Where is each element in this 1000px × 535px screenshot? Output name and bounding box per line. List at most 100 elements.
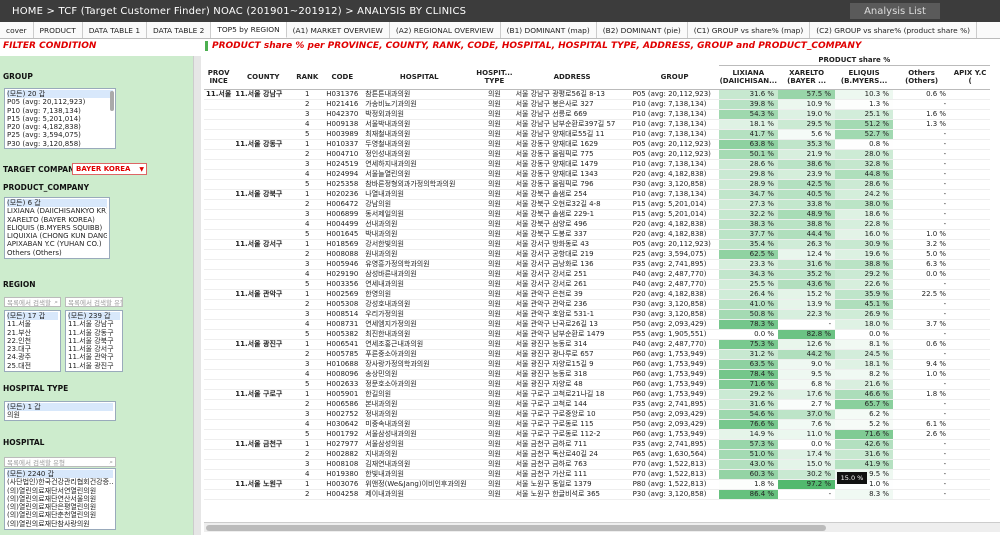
product-company-list[interactable]: (모든) 6 갑 LIXIANA (DAIICHISANKYO KR) XARELT… — [4, 197, 110, 259]
column-header[interactable]: XARELTO (BAYER ... — [778, 65, 836, 90]
table-row[interactable]: 2 H004710 정인성내과의원 의원 서울 강동구 올림픽로 775 P05 (avg… — [204, 149, 991, 160]
table-row[interactable]: 2 H004258 제이내과의원 의원 서울 노원구 한글비석로 365 P30 (avg… — [204, 489, 991, 500]
table-row[interactable]: 5 H025358 참바른정형외과가정의학과의원 의원 서울 강동구 올림픽로 796 P… — [204, 179, 991, 190]
hospital-list[interactable]: (모든) 2240 갑 (사단법인)한국건강관리협회건강증... (의)열린의료재단… — [4, 468, 116, 530]
table-row[interactable]: 5 H001792 서울삼성내과의원 의원 서울 구로구 구로동로 112-2 P60 (… — [204, 429, 991, 440]
table-row[interactable]: 2 H006472 강남의원 의원 서울 강북구 오현로32길 4-8 P15 (avg:… — [204, 199, 991, 210]
list-item[interactable]: P10 (avg: 7,138,134) — [7, 107, 113, 115]
column-header[interactable]: Others (Others) — [893, 65, 951, 90]
table-row[interactable]: 11.서울 강서구 1 H018569 강서한빛의원 의원 서울 강서구 방화동로 43 P… — [204, 239, 991, 250]
table-row[interactable]: 4 H009138 서울박내과의원 의원 서울 강남구 남부순환로397길 57 P10 … — [204, 119, 991, 130]
list-item[interactable]: (모든) 2240 갑 — [7, 470, 113, 479]
list-item[interactable]: LIXIANA (DAIICHISANKYO KR) — [7, 207, 107, 215]
tab-4[interactable]: TOP5 by REGION — [211, 22, 287, 38]
list-item[interactable]: (의)열린의료재단참사랑의원 — [7, 520, 113, 528]
table-row[interactable]: 4 H029190 삼성바른내과의원 의원 서울 강서구 강서로 251 P40 (avg… — [204, 269, 991, 280]
scrollbar-thumb[interactable] — [206, 525, 826, 531]
list-item[interactable]: 23.대구 — [7, 345, 58, 353]
list-item[interactable]: 11.서울 강서구 — [68, 345, 120, 353]
column-header[interactable]: CODE — [321, 65, 364, 90]
table-row[interactable]: 11.서울 11.서울 강남구 1 H031376 참튼튼내과의원 의원 서울 강남구 광평… — [204, 89, 991, 100]
column-header[interactable]: ADDRESS — [513, 65, 631, 90]
table-row[interactable]: 3 H008514 우리가정의원 의원 서울 관악구 호암로 531-1 P30 (avg… — [204, 309, 991, 320]
table-row[interactable]: 5 H001645 박내과의원 의원 서울 강북구 도봉로 337 P20 (avg: 4… — [204, 229, 991, 240]
list-item[interactable]: P05 (avg: 20,112,923) — [7, 98, 113, 106]
group-list[interactable]: (모든) 20 갑 P05 (avg: 20,112,923) P10 (avg: … — [4, 88, 116, 149]
province-list[interactable]: (모든) 17 갑 11.서울 21.부산 22.인천 23.대구 24.광주 25.대전 — [4, 310, 61, 372]
column-header[interactable]: GROUP — [630, 65, 719, 90]
list-item[interactable]: ELIQUIS (B.MYERS SQUIBB) — [7, 224, 107, 232]
list-item[interactable]: (의)열린의료재단연산서울의원 — [7, 495, 113, 503]
table-row[interactable]: 2 H008088 원내과의원 의원 서울 강서구 공항대로 219 P25 (avg: … — [204, 249, 991, 260]
list-item[interactable]: (모든) 17 갑 — [7, 312, 58, 321]
table-row[interactable]: 3 H024519 연세하지내과의원 의원 서울 강동구 양재대로 1479 P10 (a… — [204, 159, 991, 170]
list-item[interactable]: XARELTO (BAYER KOREA) — [7, 216, 107, 224]
table-row[interactable]: 5 H003989 최재철내과의원 의원 서울 강남구 양재대로55길 11 P10 (a… — [204, 129, 991, 140]
table-row[interactable]: 3 H006899 동서제일의원 의원 서울 강북구 솔샘로 229-1 P15 (avg… — [204, 209, 991, 220]
table-row[interactable]: 2 H005785 푸른중소아과의원 의원 서울 광진구 광나루로 657 P60 (av… — [204, 349, 991, 360]
list-item[interactable]: 11.서울 강북구 — [68, 337, 120, 345]
county-list[interactable]: (모든) 239 갑 11.서울 강남구 11.서울 강동구 11.서울 강북구 11.… — [65, 310, 123, 372]
list-item[interactable]: (모든) 20 갑 — [7, 90, 113, 99]
list-item[interactable]: 의원 — [7, 411, 113, 419]
list-item[interactable]: P15 (avg: 5,201,014) — [7, 115, 113, 123]
table-row[interactable]: 5 H003356 연세내과의원 의원 서울 강서구 강서로 261 P40 (avg: … — [204, 279, 991, 290]
list-item[interactable]: 24.광주 — [7, 353, 58, 361]
list-item[interactable]: Others (Others) — [7, 249, 107, 257]
list-item[interactable]: (모든) 6 갑 — [7, 199, 107, 208]
tab-9[interactable]: (C1) GROUP vs share% (map) — [688, 22, 811, 38]
list-item[interactable]: 11.서울 강동구 — [68, 329, 120, 337]
table-row[interactable]: 11.서울 강동구 1 H010337 두영철내과의원 의원 서울 강동구 양재대로 16… — [204, 139, 991, 150]
table-row[interactable]: 11.서울 광진구 1 H006541 연세조홍근내과의원 의원 서울 광진구 능동로 3… — [204, 339, 991, 350]
list-item[interactable]: (의)열린의료재단춘천열린의원 — [7, 511, 113, 519]
sidebar-scrollbar[interactable] — [193, 56, 201, 535]
tab-10[interactable]: (C2) GROUP vs share% (product share %) — [810, 22, 977, 38]
table-row[interactable]: 3 H042370 박정외과의원 의원 서울 강남구 선릉로 669 P10 (avg: … — [204, 109, 991, 120]
table-row[interactable]: 3 H002752 정내과의원 의원 서울 구로구 구로중앙로 10 P50 (avg: … — [204, 409, 991, 420]
tab-8[interactable]: (B2) DOMINANT (pie) — [597, 22, 688, 38]
table-row[interactable]: 4 H024994 서울늘열린의원 의원 서울 강동구 양재대로 1343 P20 (av… — [204, 169, 991, 180]
analysis-list-button[interactable]: Analysis List — [850, 3, 940, 19]
column-header[interactable]: COUNTY — [233, 65, 294, 90]
table-row[interactable]: 2 H005308 강성호내과의원 의원 서울 관악구 관악로 236 P30 (avg:… — [204, 299, 991, 310]
column-header[interactable]: PROV INCE — [204, 65, 234, 90]
table-row[interactable]: 4 H008096 송상민의원 의원 서울 광진구 능동로 318 P60 (avg: 1… — [204, 369, 991, 380]
table-row[interactable]: 2 H002882 지내과의원 의원 서울 금천구 독산로40길 24 P65 (avg:… — [204, 449, 991, 460]
hospital-type-list[interactable]: (모든) 1 갑 의원 — [4, 401, 116, 421]
tab-3[interactable]: DATA TABLE 2 — [147, 22, 212, 38]
list-item[interactable]: 11.서울 강남구 — [68, 320, 120, 328]
column-header[interactable]: HOSPITAL — [363, 65, 476, 90]
list-item[interactable]: (의)열린의료재단은평열린의원 — [7, 503, 113, 511]
tab-5[interactable]: (A1) MARKET OVERVIEW — [287, 22, 390, 38]
county-search-input[interactable]: 목록에서 검색할 유형⌕ — [65, 297, 123, 307]
list-item[interactable]: P30 (avg: 3,120,858) — [7, 140, 113, 148]
table-row[interactable]: 11.서울 관악구 1 H002569 한영의원 의원 서울 관악구 은천로 39 P20 … — [204, 289, 991, 300]
table-row[interactable]: 11.서울 강북구 1 H020236 나열내과의원 의원 서울 강북구 솔샘로 254 P… — [204, 189, 991, 200]
table-row[interactable]: 4 H008731 연세엠지가정의원 의원 서울 관악구 난곡로26길 13 P50 (a… — [204, 319, 991, 330]
list-item[interactable]: (의)열린의료재단서연열린의원 — [7, 487, 113, 495]
table-row[interactable]: 4 H019380 한빛내과의원 의원 서울 금천구 가산로 111 P70 (avg: … — [204, 469, 991, 480]
list-item[interactable]: APIXABAN Y.C (YUHAN CO.) — [7, 240, 107, 248]
table-row[interactable]: 5 H005382 최진한내과의원 의원 서울 관악구 남부순환로 1479 P55 (a… — [204, 329, 991, 340]
column-header[interactable]: HOSPIT... TYPE — [475, 65, 514, 90]
horizontal-scrollbar[interactable] — [204, 522, 1000, 532]
table-row[interactable]: 2 H006586 본내과의원 의원 서울 구로구 고척로 144 P35 (avg: 2… — [204, 399, 991, 410]
table-row[interactable]: 4 H030642 미중속내과의원 의원 서울 구로구 구로동로 115 P50 (avg… — [204, 419, 991, 430]
tab-2[interactable]: DATA TABLE 1 — [83, 22, 148, 38]
table-row[interactable]: 4 H004499 선내과의원 의원 서울 강북구 삼양로 496 P20 (avg: 4… — [204, 219, 991, 230]
table-row[interactable]: 3 H010688 장사랑가정의학과의원 의원 서울 광진구 자양로15길 9 P60 (… — [204, 359, 991, 370]
scrollbar[interactable] — [110, 91, 114, 111]
table-row[interactable]: 11.서울 구로구 1 H005901 한길의원 의원 서울 구로구 고척로21나길 18… — [204, 389, 991, 400]
list-item[interactable]: (모든) 1 갑 — [7, 403, 113, 412]
region-search-input[interactable]: 목록에서 검색할 ⌕ — [4, 297, 61, 307]
list-item[interactable]: 25.대전 — [7, 362, 58, 370]
list-item[interactable]: 11.서울 관악구 — [68, 353, 120, 361]
list-item[interactable]: LIQUIXIA (CHONG KUN DANG) — [7, 232, 107, 240]
table-row[interactable]: 2 H021416 가송비뇨기과의원 의원 서울 강남구 봉은사로 327 P10 (av… — [204, 99, 991, 110]
column-header[interactable]: RANK — [293, 65, 322, 90]
list-item[interactable]: 22.인천 — [7, 337, 58, 345]
list-item[interactable]: P25 (avg: 3,594,075) — [7, 131, 113, 139]
table-row[interactable]: 3 H005946 유영흥가정의학과의원 의원 서울 강서구 금낭화로 136 P35 (… — [204, 259, 991, 270]
list-item[interactable]: 11.서울 — [7, 320, 58, 328]
table-row[interactable]: 3 H008108 김재연내과의원 의원 서울 금천구 금하로 763 P70 (avg:… — [204, 459, 991, 470]
